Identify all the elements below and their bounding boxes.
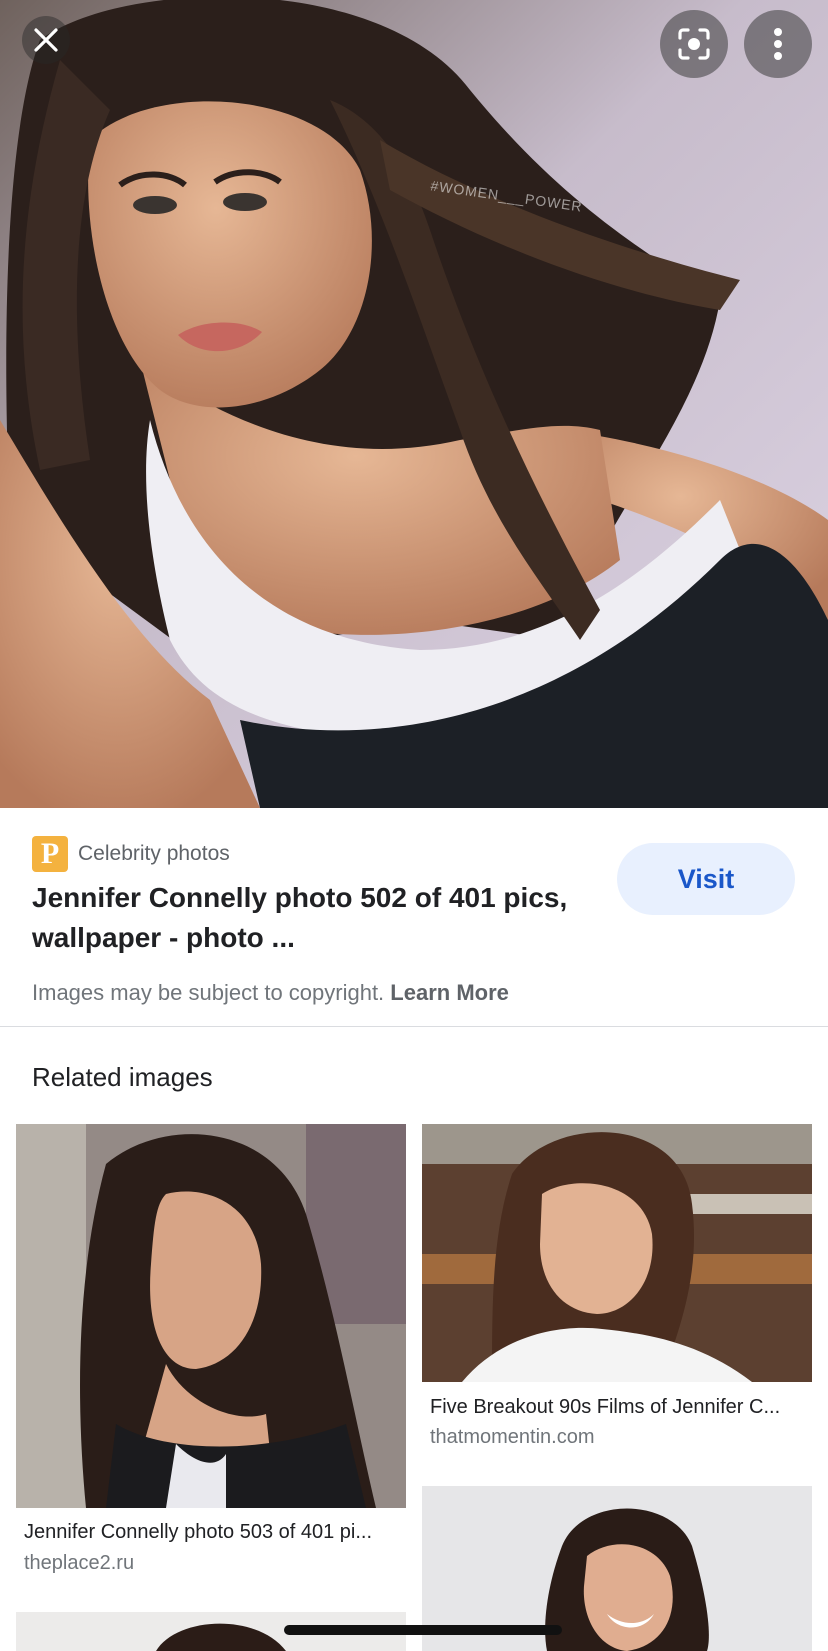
lens-button[interactable] xyxy=(660,10,728,78)
main-image[interactable]: #WOMEN___POWER xyxy=(0,0,828,808)
main-photo xyxy=(0,0,828,808)
related-caption-1[interactable]: Jennifer Connelly photo 503 of 401 pi... xyxy=(24,1521,400,1544)
source-row[interactable]: P Celebrity photos xyxy=(32,836,230,872)
related-caption-2[interactable]: Five Breakout 90s Films of Jennifer C... xyxy=(430,1396,806,1419)
related-image-1[interactable] xyxy=(16,1124,406,1508)
lens-icon xyxy=(678,28,710,60)
source-name: Celebrity photos xyxy=(78,842,230,865)
result-title[interactable]: Jennifer Connelly photo 502 of 401 pics,… xyxy=(32,878,602,958)
home-indicator[interactable] xyxy=(284,1625,562,1635)
close-icon xyxy=(34,28,58,52)
favicon-letter: P xyxy=(40,837,60,870)
copyright-text: Images may be subject to copyright. xyxy=(32,980,385,1005)
site-favicon-icon: P xyxy=(32,836,68,872)
related-domain-1: theplace2.ru xyxy=(24,1552,135,1574)
copyright-notice: Images may be subject to copyright. Lear… xyxy=(32,980,509,1006)
visit-button[interactable]: Visit xyxy=(617,843,795,915)
related-image-2[interactable] xyxy=(422,1124,812,1382)
close-button[interactable] xyxy=(22,16,70,64)
related-photo-2 xyxy=(422,1124,812,1382)
related-domain-2: thatmomentin.com xyxy=(430,1426,595,1448)
divider xyxy=(0,1026,828,1027)
related-photo-1 xyxy=(16,1124,406,1508)
more-vert-icon xyxy=(774,28,782,60)
related-images-heading: Related images xyxy=(32,1062,213,1092)
learn-more-link[interactable]: Learn More xyxy=(390,980,509,1005)
more-options-button[interactable] xyxy=(744,10,812,78)
